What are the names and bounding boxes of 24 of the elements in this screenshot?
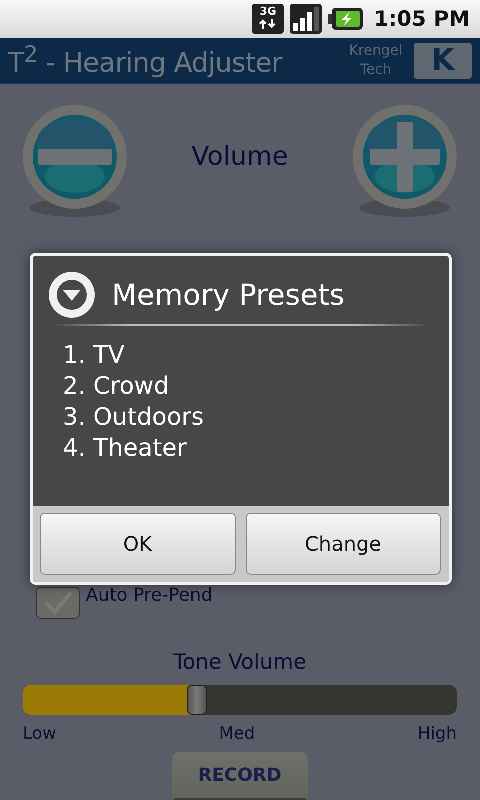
volume-label: Volume [192,142,288,172]
slider-thumb[interactable] [186,685,207,715]
slider-track[interactable] [23,685,457,715]
checkbox[interactable] [36,587,80,619]
preset-item[interactable]: 4. Theater [63,433,449,464]
battery-icon [328,7,364,31]
tone-volume-label: Tone Volume [172,649,308,676]
ok-button[interactable]: OK [40,513,236,575]
status-time: 1:05 PM [374,7,470,31]
app-title: T$^{2}$ - Hearing Adjuster [8,42,284,79]
network-icon: 3G [252,4,284,34]
change-button[interactable]: Change [246,513,441,575]
company-name: Krengel Tech [348,42,404,80]
dropdown-icon [48,271,96,319]
dialog-title: Memory Presets [112,278,345,312]
company-logo: K [414,42,472,78]
tick-label: High [418,724,457,746]
tick-label: Med [219,724,256,746]
preset-item[interactable]: 3. Outdoors [63,402,449,433]
signal-icon [290,4,322,34]
tick-label: Low [23,724,56,746]
preset-item[interactable]: 1. TV [63,340,449,371]
preset-item[interactable]: 2. Crowd [63,371,449,402]
checkbox-label: Auto Pre-Pend [86,585,213,606]
